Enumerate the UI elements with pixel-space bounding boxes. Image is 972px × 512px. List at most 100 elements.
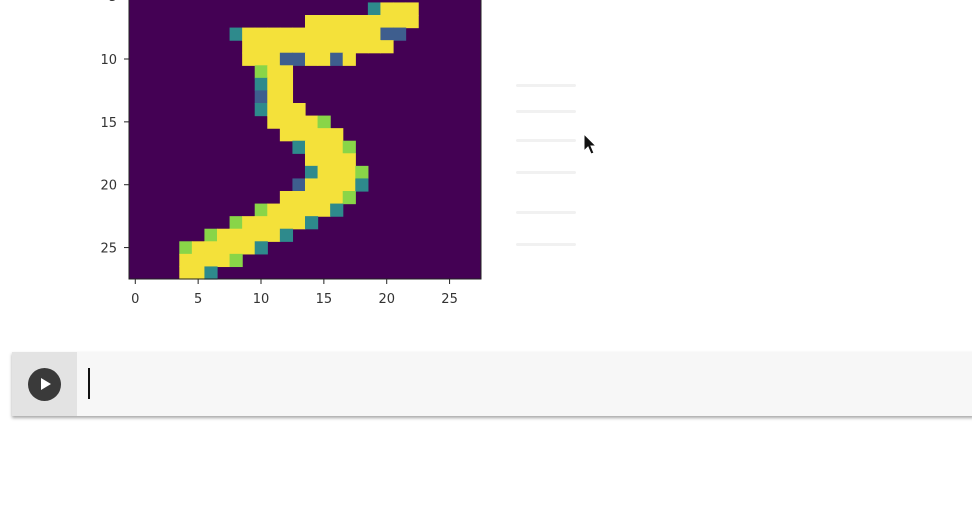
run-cell-button[interactable] — [28, 368, 61, 401]
image-pixel — [305, 153, 319, 167]
image-pixel — [279, 52, 294, 66]
image-pixel — [292, 115, 306, 129]
image-pixel — [342, 153, 356, 167]
image-pixel — [367, 15, 382, 29]
image-pixel — [279, 27, 294, 41]
image-pixel — [217, 241, 231, 255]
image-pixel — [279, 128, 294, 142]
image-pixel — [342, 165, 356, 180]
image-pixel — [367, 27, 382, 41]
image-pixel — [380, 27, 394, 41]
image-pixel — [305, 40, 319, 54]
image-pixel — [380, 2, 394, 16]
image-pixel — [317, 191, 331, 205]
faded-text-line — [516, 110, 576, 113]
image-pixel — [380, 15, 394, 29]
image-pixel — [267, 216, 281, 230]
image-pixel — [254, 77, 268, 92]
image-pixel — [254, 65, 268, 79]
image-pixel — [305, 178, 319, 192]
image-pixel — [317, 153, 331, 167]
image-pixel — [267, 103, 281, 117]
x-axis-ticks: 0 5 10 15 20 25 — [131, 279, 458, 307]
image-pixel — [380, 40, 394, 54]
image-pixel — [305, 15, 319, 29]
image-pixel — [242, 40, 256, 54]
image-pixel — [405, 2, 419, 16]
image-pixel — [317, 165, 331, 180]
image-pixel — [279, 90, 294, 104]
text-caret — [88, 368, 90, 399]
y-tick-label: 20 — [100, 179, 117, 194]
image-pixel — [305, 165, 319, 180]
image-pixel — [204, 253, 218, 268]
image-pixel — [317, 203, 331, 217]
image-pixel — [342, 40, 356, 54]
faded-text-line — [516, 171, 576, 174]
image-pixel — [317, 40, 331, 54]
y-tick-label: 25 — [100, 242, 117, 257]
image-pixel — [317, 15, 331, 29]
image-pixel — [179, 241, 193, 255]
image-pixel — [317, 178, 331, 192]
image-pixel — [267, 52, 281, 66]
y-tick-label: 15 — [100, 116, 117, 131]
image-pixel — [267, 65, 281, 79]
image-pixel — [355, 27, 369, 41]
image-pixel — [355, 40, 369, 54]
image-pixel — [292, 178, 306, 192]
code-editor[interactable] — [77, 352, 972, 416]
image-pixel — [292, 27, 306, 41]
image-pixel — [330, 40, 344, 54]
image-pixel — [179, 253, 193, 268]
image-pixel — [179, 266, 193, 280]
faded-text-line — [516, 211, 576, 214]
image-pixel — [342, 140, 356, 154]
y-axis-ticks: 5 10 15 20 25 — [100, 0, 129, 257]
image-pixel — [355, 165, 369, 180]
image-pixel — [254, 90, 268, 104]
image-pixel — [217, 228, 231, 242]
image-pixel — [279, 77, 294, 92]
x-tick-label: 5 — [194, 292, 202, 307]
faded-text-line — [516, 243, 576, 246]
image-pixel — [342, 15, 356, 29]
image-pixel — [305, 140, 319, 154]
x-tick-label: 10 — [253, 292, 270, 307]
image-pixel — [317, 140, 331, 154]
image-pixel — [254, 216, 268, 230]
image-pixel — [279, 115, 294, 129]
image-pixel — [229, 253, 243, 268]
image-pixel — [367, 40, 382, 54]
image-pixel — [305, 27, 319, 41]
image-pixel — [355, 15, 369, 29]
image-pixel — [254, 241, 268, 255]
image-pixel — [254, 203, 268, 217]
image-pixel — [267, 40, 281, 54]
image-pixel — [254, 52, 268, 66]
image-pixel — [342, 52, 356, 66]
image-pixel — [292, 128, 306, 142]
image-pixel — [317, 115, 331, 129]
image-pixel — [317, 27, 331, 41]
image-pixel — [342, 178, 356, 192]
x-tick-label: 0 — [131, 292, 139, 307]
image-pixel — [342, 27, 356, 41]
image-pixel — [191, 253, 206, 268]
code-cell[interactable] — [12, 352, 972, 416]
image-pixel — [267, 90, 281, 104]
image-pixel — [254, 103, 268, 117]
image-pixel — [355, 178, 369, 192]
image-pixel — [267, 203, 281, 217]
image-pixel — [279, 203, 294, 217]
image-pixel — [254, 40, 268, 54]
image-pixel — [217, 253, 231, 268]
image-pixel — [279, 191, 294, 205]
image-pixel — [242, 52, 256, 66]
image-pixel — [242, 216, 256, 230]
image-pixel — [242, 228, 256, 242]
x-tick-label: 20 — [378, 292, 395, 307]
image-pixel — [393, 2, 407, 16]
image-pixel-layer — [129, 0, 481, 280]
image-pixel — [191, 266, 206, 280]
